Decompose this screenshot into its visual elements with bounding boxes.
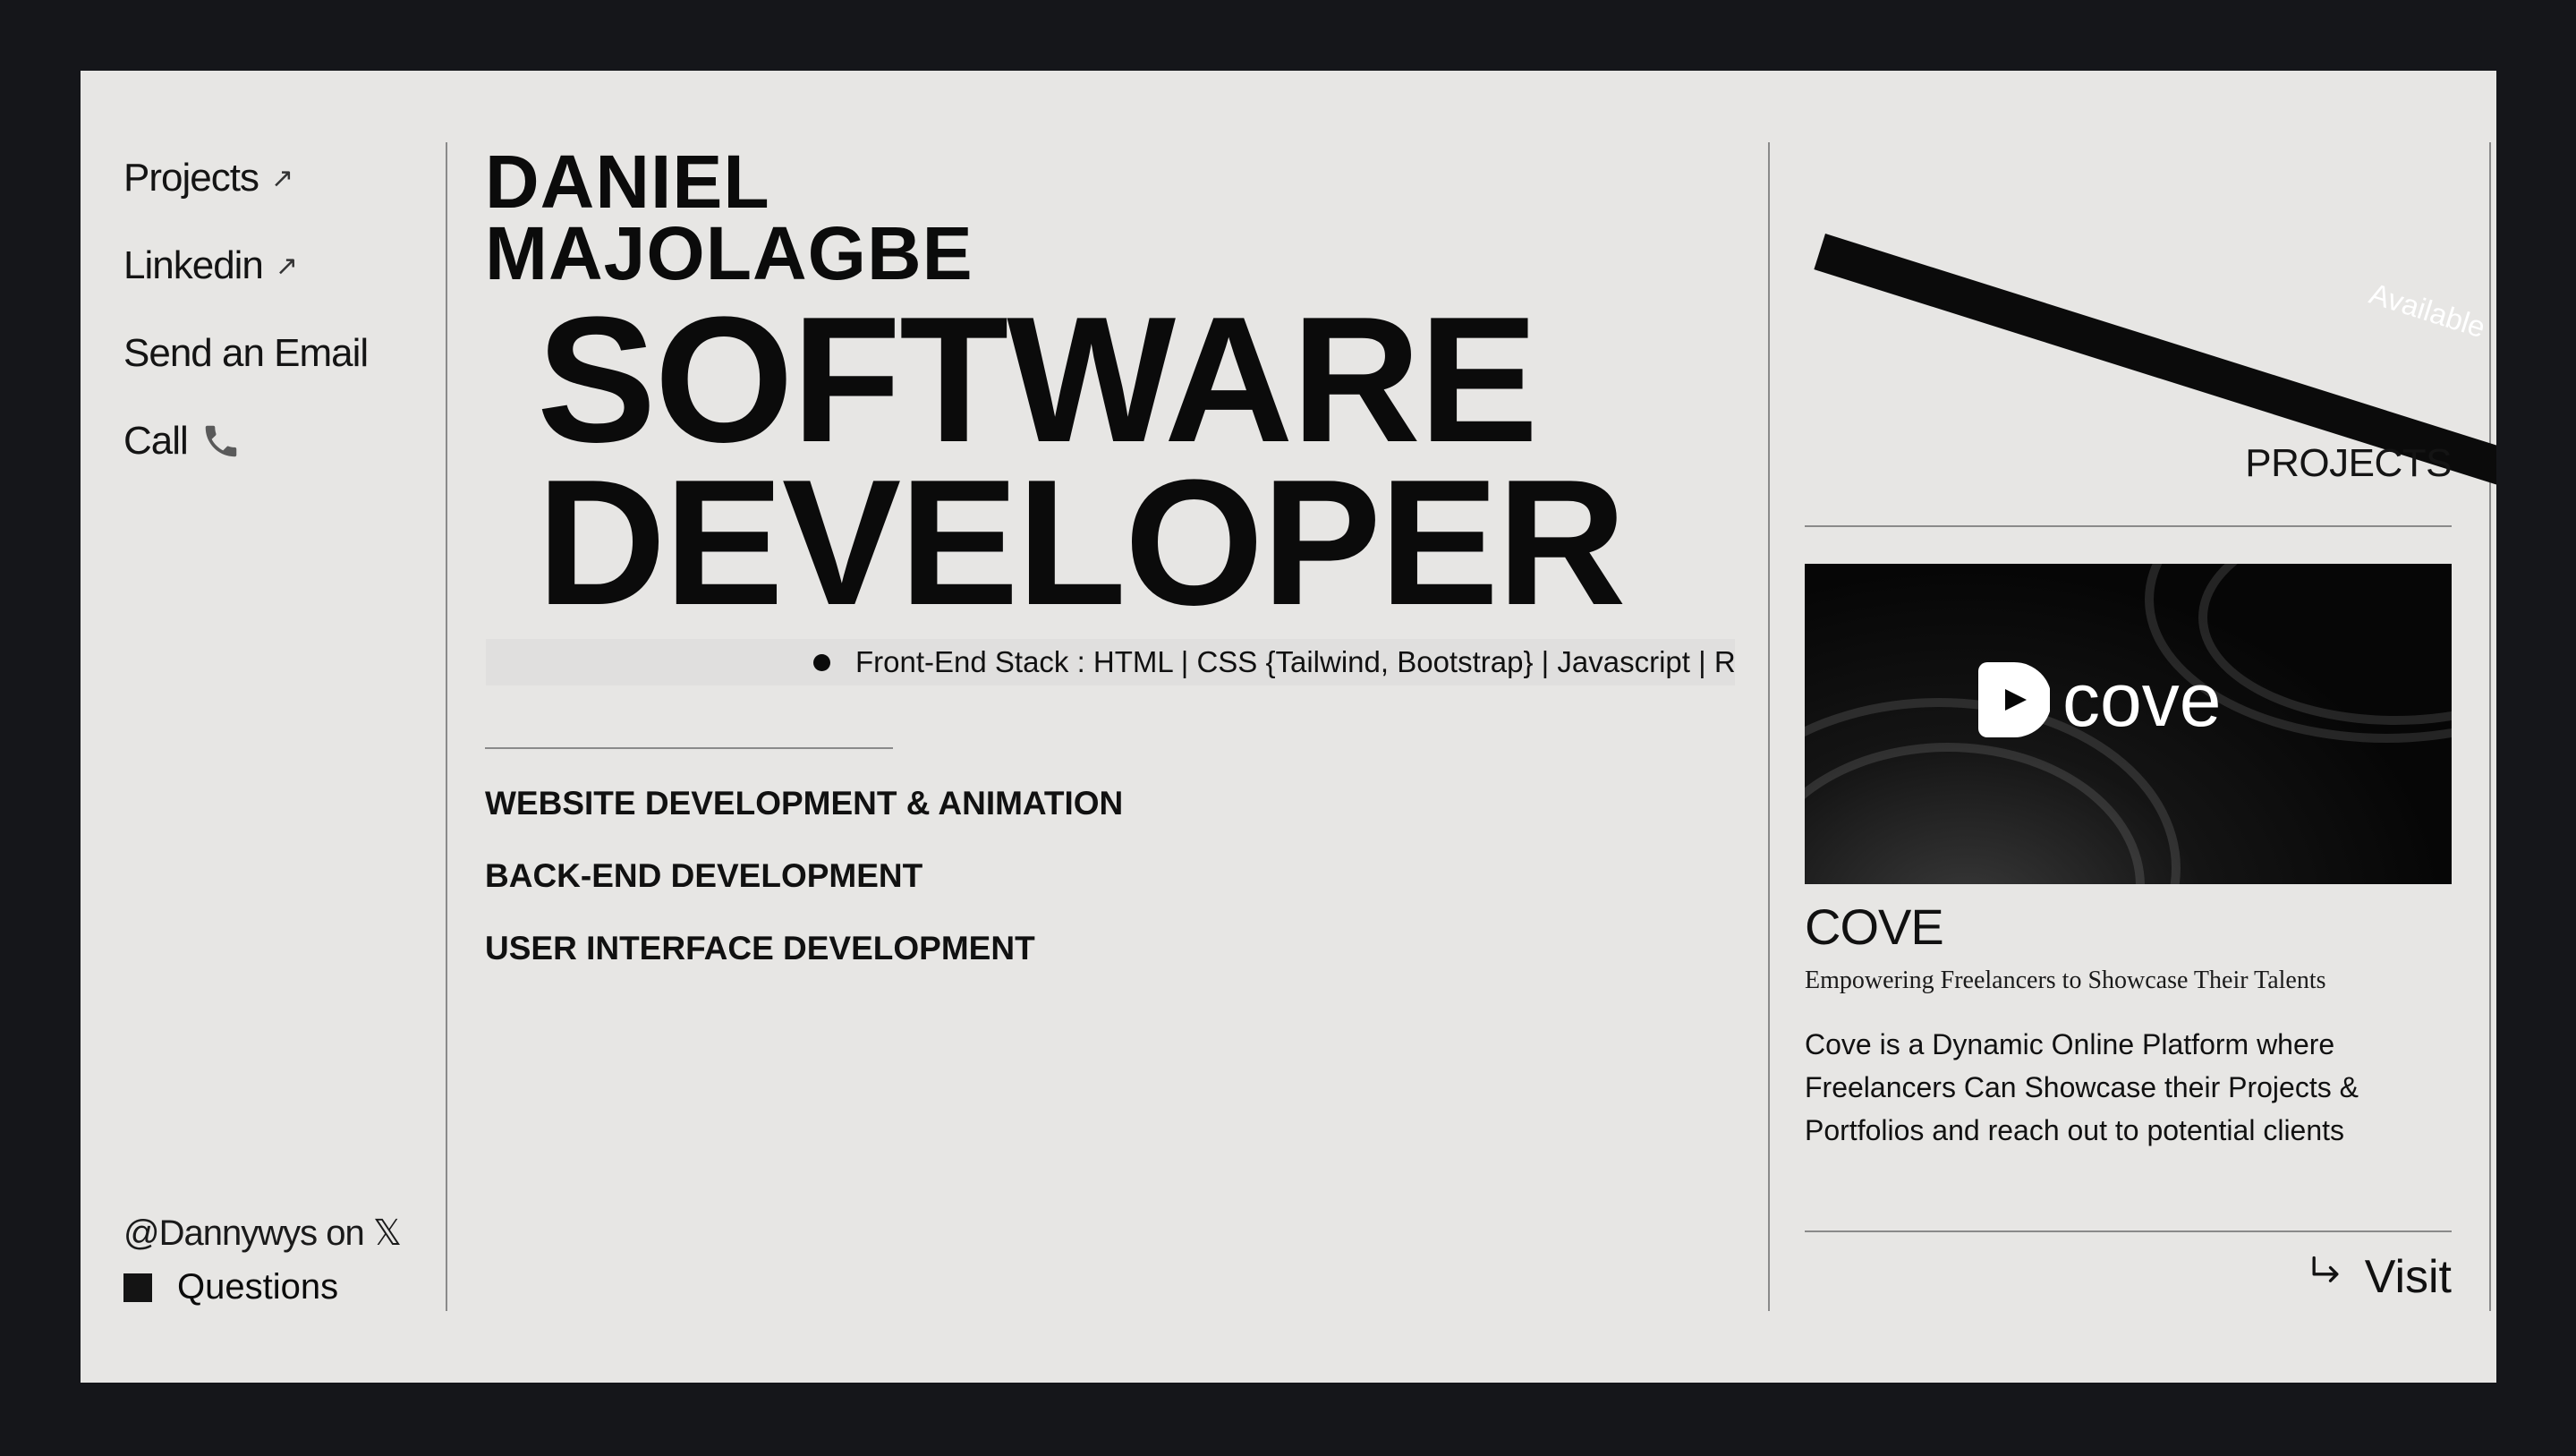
phone-icon xyxy=(200,421,242,462)
questions-label: Questions xyxy=(177,1267,339,1307)
main-divider xyxy=(1768,142,1770,1311)
bullet-icon xyxy=(813,653,830,671)
cove-logo-text: cove xyxy=(2062,658,2222,742)
cove-logo: cove xyxy=(1978,662,2221,737)
service-item: USER INTERFACE DEVELOPMENT xyxy=(485,930,1035,966)
project-description: Cove is a Dynamic Online Platform where … xyxy=(1805,1028,2359,1146)
divider xyxy=(1805,1230,2452,1232)
arrow-up-right-icon: ↗ xyxy=(275,251,298,281)
right-edge-divider xyxy=(2489,142,2491,1311)
project-tagline: Empowering Freelancers to Showcase Their… xyxy=(1805,966,2326,994)
role-title: SOFTWARE DEVELOPER xyxy=(537,280,1627,643)
visit-project-link[interactable]: Visit xyxy=(2306,1250,2452,1304)
portfolio-frame: Projects ↗ Linkedin ↗ Send an Email Call… xyxy=(81,71,2496,1383)
last-name: MAJOLAGBE xyxy=(485,211,973,295)
nav-email-label: Send an Email xyxy=(123,331,369,375)
nav-projects-link[interactable]: Projects ↗ xyxy=(123,156,293,200)
service-item: BACK-END DEVELOPMENT xyxy=(485,857,923,894)
project-title: COVE xyxy=(1805,898,1944,955)
project-thumbnail[interactable]: cove xyxy=(1805,564,2452,884)
developer-name: DANIEL MAJOLAGBE xyxy=(485,140,973,295)
nav-projects-label: Projects xyxy=(123,156,259,200)
banner-mask xyxy=(1807,71,2496,142)
divider xyxy=(1805,525,2452,527)
sidebar-divider xyxy=(446,142,447,1311)
projects-heading: PROJECTS xyxy=(2245,441,2452,485)
return-arrow-icon xyxy=(2306,1250,2345,1304)
role-line-2: DEVELOPER xyxy=(537,443,1627,643)
square-icon xyxy=(123,1273,152,1302)
service-item: WEBSITE DEVELOPMENT & ANIMATION xyxy=(485,785,1124,822)
arrow-up-right-icon: ↗ xyxy=(270,163,293,193)
divider xyxy=(485,747,893,749)
nav-linkedin-label: Linkedin xyxy=(123,243,264,287)
role-line-1: SOFTWARE xyxy=(537,280,1538,480)
sidebar: Projects ↗ Linkedin ↗ Send an Email Call… xyxy=(81,71,446,1383)
nav-call-label: Call xyxy=(123,419,189,463)
cove-logo-icon xyxy=(1978,662,2050,737)
questions-link[interactable]: Questions xyxy=(123,1267,338,1307)
twitter-handle-link[interactable]: @Dannywys on 𝕏 xyxy=(123,1213,402,1254)
tech-stack-marquee: Front-End Stack : HTML | CSS {Tailwind, … xyxy=(486,639,1735,685)
nav-call-link[interactable]: Call xyxy=(123,419,242,464)
visit-label: Visit xyxy=(2364,1251,2452,1303)
nav-linkedin-link[interactable]: Linkedin ↗ xyxy=(123,243,298,288)
nav-email-link[interactable]: Send an Email xyxy=(123,331,369,376)
first-name: DANIEL xyxy=(485,140,770,224)
tech-stack-text: Front-End Stack : HTML | CSS {Tailwind, … xyxy=(855,645,1735,678)
availability-banner-text: Available xyxy=(2365,277,2490,345)
